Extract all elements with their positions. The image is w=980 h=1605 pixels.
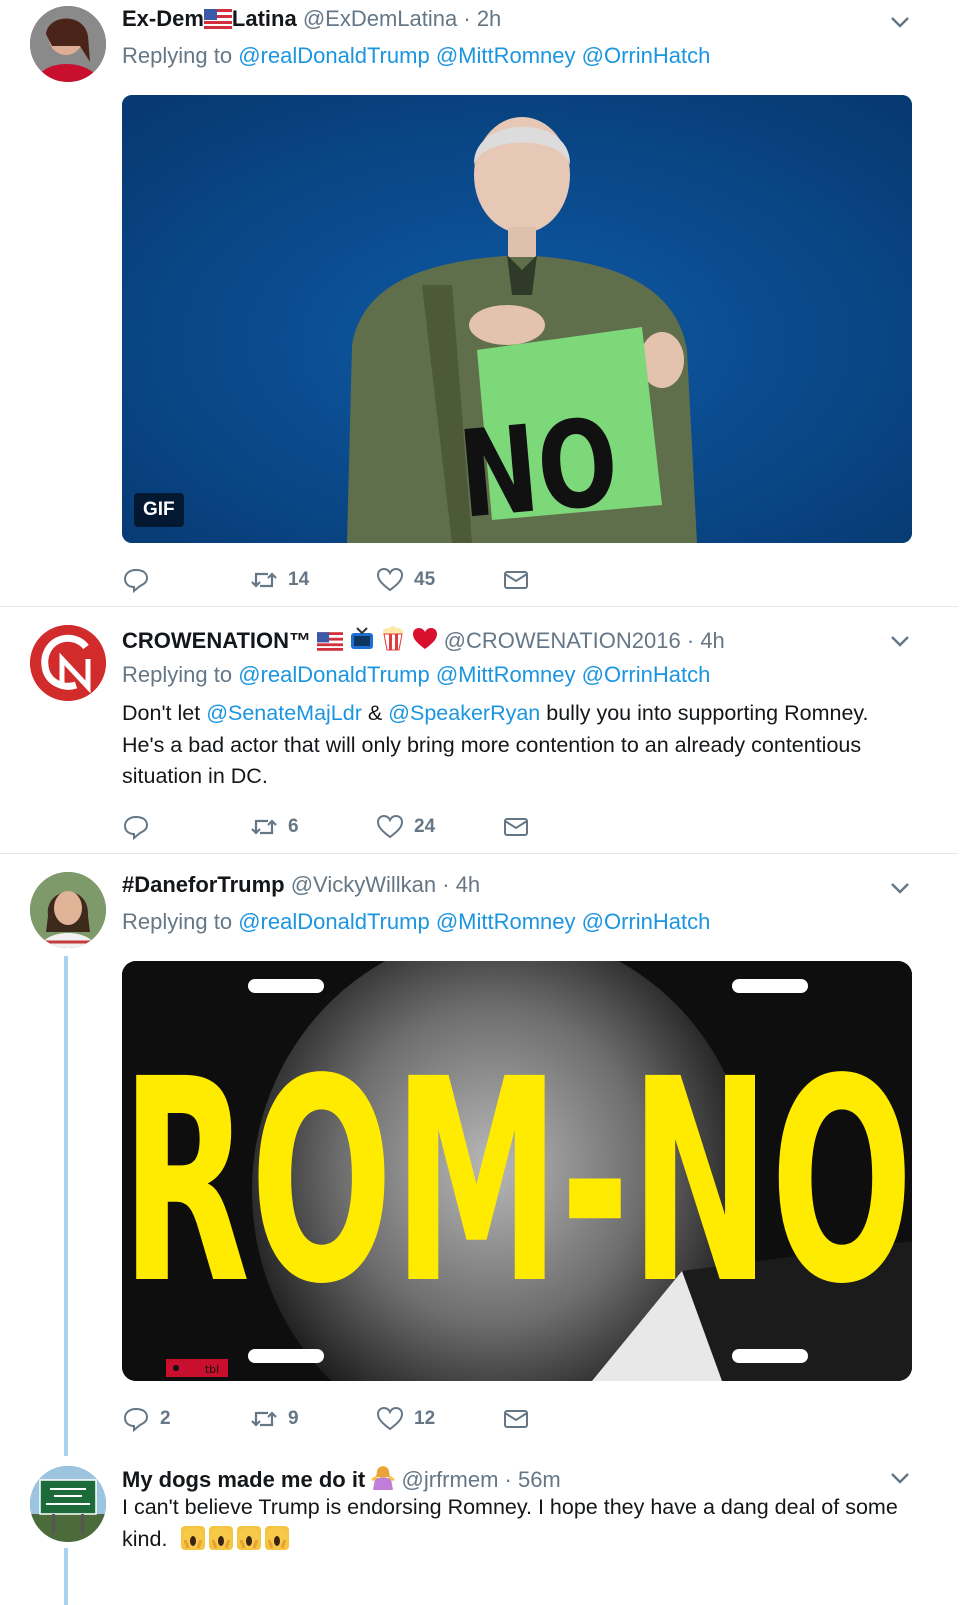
tweet-4[interactable]: My dogs made me do it @jrfrmem · 56m I c…	[0, 1454, 980, 1605]
like-icon	[376, 567, 404, 592]
thread-line	[64, 1548, 68, 1605]
tweet-text: Don't let @SenateMajLdr & @SpeakerRyan b…	[122, 701, 869, 788]
reply-icon	[123, 568, 149, 594]
user-handle[interactable]: @VickyWillkan	[291, 872, 436, 897]
like-icon	[376, 814, 404, 839]
mention-link[interactable]: @realDonaldTrump	[238, 43, 429, 68]
like-icon	[376, 1406, 404, 1431]
reply-button[interactable]	[122, 565, 160, 595]
plate-text: ROM-NO	[122, 1021, 912, 1346]
reply-icon	[123, 815, 149, 841]
chevron-down-icon[interactable]	[888, 876, 912, 900]
emoji-group	[181, 1525, 293, 1551]
media-tag: tbl	[205, 1363, 219, 1376]
tweet-actions: 14 45	[122, 565, 562, 595]
mention-link[interactable]: @MittRomney	[436, 662, 576, 687]
screaming-face-icon	[209, 1525, 234, 1550]
like-button[interactable]: 12	[376, 1404, 435, 1434]
woman-shrugging-icon	[371, 1466, 396, 1490]
chevron-down-icon[interactable]	[888, 1466, 912, 1490]
user-handle[interactable]: @jrfrmem	[402, 1467, 499, 1492]
tweet-3[interactable]: #DaneforTrump @VickyWillkan · 4h Replyin…	[0, 854, 980, 1454]
heart-icon	[412, 628, 437, 649]
chevron-down-icon[interactable]	[888, 629, 912, 653]
retweet-icon	[251, 1411, 277, 1427]
replying-to: Replying to @realDonaldTrump @MittRomney…	[122, 43, 711, 68]
replying-to: Replying to @realDonaldTrump @MittRomney…	[122, 909, 711, 934]
display-name[interactable]: #DaneforTrump	[122, 872, 285, 897]
screaming-face-icon	[181, 1525, 206, 1550]
retweet-button[interactable]: 6	[250, 812, 299, 842]
tweet-text: I can't believe Trump is endorsing Romne…	[122, 1495, 898, 1551]
timestamp[interactable]: · 4h	[687, 628, 725, 653]
chevron-down-icon[interactable]	[888, 10, 912, 34]
reply-icon	[123, 1407, 149, 1433]
avatar[interactable]	[30, 1466, 106, 1542]
reply-button[interactable]	[122, 812, 160, 842]
avatar[interactable]	[30, 872, 106, 948]
dm-icon	[504, 571, 528, 589]
display-name[interactable]: Ex-Dem Latina	[122, 6, 303, 31]
timestamp[interactable]: · 2h	[463, 6, 501, 31]
retweet-icon	[251, 819, 277, 835]
display-name[interactable]: My dogs made me do it	[122, 1466, 396, 1492]
mention-link[interactable]: @realDonaldTrump	[238, 909, 429, 934]
dm-icon	[504, 818, 528, 836]
avatar[interactable]	[30, 625, 106, 701]
mention-link[interactable]: @SpeakerRyan	[388, 701, 540, 725]
tweet-actions: 6 24	[122, 812, 562, 842]
gif-media[interactable]: NO GIF	[122, 95, 912, 543]
avatar[interactable]	[30, 6, 106, 82]
retweet-button[interactable]: 9	[250, 1404, 299, 1434]
us-flag-icon	[203, 9, 232, 29]
display-name[interactable]: CROWENATION™	[122, 628, 311, 653]
timestamp[interactable]: · 4h	[442, 872, 480, 897]
license-plate-image: ROM-NO tbl	[122, 961, 912, 1381]
tweet-header: Ex-Dem Latina @ExDemLatina · 2h	[122, 6, 501, 32]
tv-icon	[351, 627, 374, 649]
like-button[interactable]: 24	[376, 812, 435, 842]
mention-link[interactable]: @SenateMajLdr	[206, 701, 362, 725]
tweet-header: CROWENATION™ @CROWENATION2016 · 4h	[122, 625, 725, 654]
timestamp[interactable]: · 56m	[505, 1467, 561, 1492]
mention-link[interactable]: @OrrinHatch	[582, 662, 711, 687]
dm-icon	[504, 1410, 528, 1428]
mention-link[interactable]: @OrrinHatch	[582, 43, 711, 68]
image-media[interactable]: ROM-NO tbl	[122, 961, 912, 1381]
sign-text: NO	[454, 393, 623, 543]
mention-link[interactable]: @MittRomney	[436, 909, 576, 934]
tweet-2[interactable]: CROWENATION™ @CROWENATION2016 · 4h Reply…	[0, 607, 980, 853]
screaming-face-icon	[265, 1525, 290, 1550]
mention-link[interactable]: @realDonaldTrump	[238, 662, 429, 687]
tweet-header: #DaneforTrump @VickyWillkan · 4h	[122, 872, 480, 898]
tweet-header: My dogs made me do it @jrfrmem · 56m	[122, 1464, 561, 1493]
user-handle[interactable]: @CROWENATION2016	[444, 628, 681, 653]
retweet-button[interactable]: 14	[250, 565, 309, 595]
replying-to: Replying to @realDonaldTrump @MittRomney…	[122, 662, 711, 687]
popcorn-icon	[383, 626, 404, 651]
like-button[interactable]: 45	[376, 565, 435, 595]
mention-link[interactable]: @OrrinHatch	[582, 909, 711, 934]
mention-link[interactable]: @MittRomney	[436, 43, 576, 68]
gif-badge: GIF	[134, 493, 184, 527]
us-flag-icon	[317, 632, 344, 651]
tweet-actions: 2 9 12	[122, 1404, 562, 1434]
reply-button[interactable]: 2	[122, 1404, 171, 1434]
tweet-1[interactable]: Ex-Dem Latina @ExDemLatina · 2h Replying …	[0, 0, 980, 606]
dm-button[interactable]	[502, 1404, 540, 1434]
gif-image: NO	[122, 95, 912, 543]
retweet-icon	[251, 572, 277, 588]
dm-button[interactable]	[502, 812, 540, 842]
dm-button[interactable]	[502, 565, 540, 595]
screaming-face-icon	[237, 1525, 262, 1550]
user-handle[interactable]: @ExDemLatina	[303, 6, 457, 31]
